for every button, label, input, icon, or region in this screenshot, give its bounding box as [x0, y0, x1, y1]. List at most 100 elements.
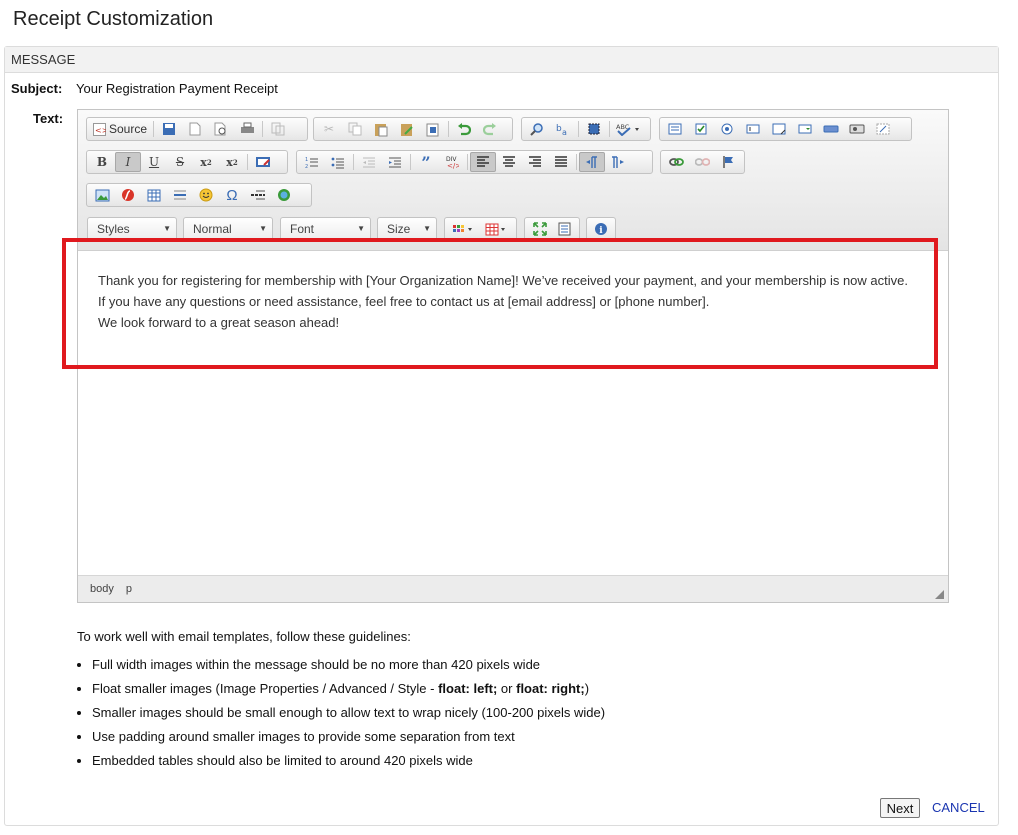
select-all-icon[interactable]: [581, 119, 607, 139]
toolbar-group-forms: [659, 117, 912, 141]
size-combo[interactable]: Size ▼: [377, 217, 437, 241]
redo-icon[interactable]: [477, 119, 503, 139]
font-combo-label: Font: [290, 222, 315, 236]
indent-icon[interactable]: [382, 152, 408, 172]
text-direction-rtl-icon[interactable]: [605, 152, 631, 172]
paste-text-icon[interactable]: [394, 119, 420, 139]
font-combo[interactable]: Font ▼: [280, 217, 371, 241]
strikethrough-icon[interactable]: S: [167, 152, 193, 172]
undo-icon[interactable]: [451, 119, 477, 139]
anchor-icon[interactable]: [715, 152, 741, 172]
new-page-icon[interactable]: [182, 119, 208, 139]
guideline-item: Float smaller images (Image Properties /…: [92, 677, 605, 701]
horizontal-rule-icon[interactable]: [167, 185, 193, 205]
table-icon[interactable]: [141, 185, 167, 205]
print-icon[interactable]: [234, 119, 260, 139]
smiley-icon[interactable]: [193, 185, 219, 205]
toolbar-group-insert: Ω: [86, 183, 312, 207]
outdent-icon[interactable]: [356, 152, 382, 172]
justify-icon[interactable]: [548, 152, 574, 172]
align-left-icon[interactable]: [470, 152, 496, 172]
iframe-icon[interactable]: [271, 185, 297, 205]
save-icon[interactable]: [156, 119, 182, 139]
guideline-item: Full width images within the message sho…: [92, 653, 605, 677]
source-label: Source: [109, 122, 148, 136]
cancel-link[interactable]: CANCEL: [932, 800, 985, 815]
button-field-icon[interactable]: [818, 119, 844, 139]
radio-icon[interactable]: [714, 119, 740, 139]
guideline-text: Float smaller images (Image Properties /…: [92, 681, 439, 696]
spellcheck-icon[interactable]: ABC: [612, 119, 646, 139]
special-char-icon[interactable]: Ω: [219, 185, 245, 205]
toolbar-group-clipboard: ✂: [313, 117, 513, 141]
table-color-icon[interactable]: [481, 219, 515, 239]
checkbox-icon[interactable]: [688, 119, 714, 139]
superscript-icon[interactable]: x2: [219, 152, 245, 172]
path-item-body[interactable]: body: [90, 583, 114, 595]
svg-text:1: 1: [305, 157, 308, 163]
image-icon[interactable]: [89, 185, 115, 205]
div-container-icon[interactable]: DIV </>: [439, 152, 465, 172]
styles-combo-label: Styles: [97, 222, 130, 236]
guideline-text: Full width images within the message sho…: [92, 657, 541, 672]
flash-icon[interactable]: [115, 185, 141, 205]
copy-icon[interactable]: [342, 119, 368, 139]
resize-handle-icon[interactable]: [935, 590, 944, 599]
next-button[interactable]: Next: [880, 798, 920, 818]
italic-icon[interactable]: I: [115, 152, 141, 172]
toolbar-group-editing: ba ABC: [521, 117, 651, 141]
styles-combo[interactable]: Styles ▼: [87, 217, 177, 241]
select-field-icon[interactable]: [792, 119, 818, 139]
underline-icon[interactable]: U: [141, 152, 167, 172]
toolbar-group-paragraph: 12 ” DIV </>: [296, 150, 653, 174]
link-icon[interactable]: [663, 152, 689, 172]
find-icon[interactable]: [524, 119, 550, 139]
maximize-icon[interactable]: [527, 219, 552, 239]
subscript-icon[interactable]: x2: [193, 152, 219, 172]
editor-toolbar: <> Source ✂ b a ABC B I U S x 2 x 2 1 2 …: [78, 110, 948, 251]
paste-word-icon[interactable]: [420, 119, 446, 139]
format-combo-label: Normal: [193, 222, 232, 236]
subject-value[interactable]: Your Registration Payment Receipt: [76, 81, 278, 96]
cut-icon[interactable]: ✂: [316, 119, 342, 139]
message-panel: MESSAGE Subject: Your Registration Payme…: [4, 46, 999, 826]
editor-content-area[interactable]: Thank you for registering for membership…: [62, 238, 948, 574]
svg-text:</>: </>: [447, 162, 459, 169]
element-path: body p: [90, 583, 132, 595]
page-title: Receipt Customization: [13, 8, 214, 30]
editor-status-bar: body p: [78, 575, 948, 602]
image-button-icon[interactable]: [844, 119, 870, 139]
unlink-icon[interactable]: [689, 152, 715, 172]
text-field-icon[interactable]: [740, 119, 766, 139]
guideline-text: Embedded tables should also be limited t…: [92, 753, 473, 768]
text-color-icon[interactable]: [447, 219, 481, 239]
numbered-list-icon[interactable]: 12: [299, 152, 325, 172]
templates-icon[interactable]: [265, 119, 291, 139]
paste-icon[interactable]: [368, 119, 394, 139]
info-icon[interactable]: i: [589, 219, 613, 239]
toolbar-group-basicstyles: B I U S x2 x2: [86, 150, 288, 174]
format-combo[interactable]: Normal ▼: [183, 217, 273, 241]
bold-icon[interactable]: B: [89, 152, 115, 172]
textarea-icon[interactable]: [766, 119, 792, 139]
replace-icon[interactable]: ba: [550, 119, 576, 139]
show-blocks-icon[interactable]: [552, 219, 577, 239]
bulleted-list-icon[interactable]: [325, 152, 351, 172]
toolbar-group-tools: [524, 217, 580, 241]
svg-text:<>: <>: [95, 126, 106, 135]
guideline-text: or: [497, 681, 517, 696]
align-center-icon[interactable]: [496, 152, 522, 172]
hidden-field-icon[interactable]: [870, 119, 896, 139]
remove-format-icon[interactable]: [250, 152, 276, 172]
message-body: Thank you for registering for membership…: [98, 270, 908, 333]
guideline-item: Smaller images should be small enough to…: [92, 701, 605, 725]
guideline-item: Use padding around smaller images to pro…: [92, 725, 605, 749]
path-item-p[interactable]: p: [126, 583, 132, 595]
form-icon[interactable]: [662, 119, 688, 139]
align-right-icon[interactable]: [522, 152, 548, 172]
page-break-icon[interactable]: [245, 185, 271, 205]
preview-icon[interactable]: [208, 119, 234, 139]
source-button[interactable]: <> Source: [89, 119, 151, 139]
text-direction-ltr-icon[interactable]: [579, 152, 605, 172]
blockquote-icon[interactable]: ”: [413, 152, 439, 172]
